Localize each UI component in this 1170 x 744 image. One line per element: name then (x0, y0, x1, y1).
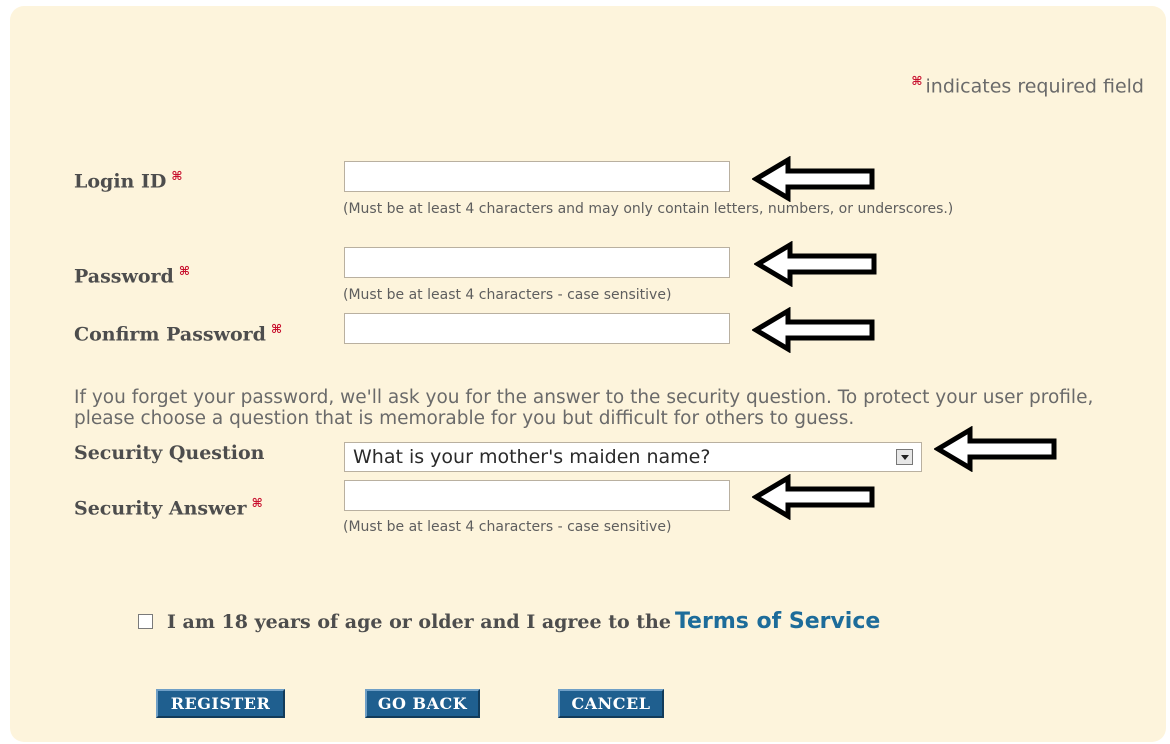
security-question-selected: What is your mother's maiden name? (353, 446, 711, 468)
password-hint: (Must be at least 4 characters - case se… (343, 287, 672, 303)
left-arrow-icon (754, 241, 877, 287)
login-id-label-text: Login ID (74, 170, 167, 193)
confirm-password-label-text: Confirm Password (74, 323, 266, 346)
password-label-text: Password (74, 265, 174, 288)
required-asterisk-icon: ⌘ (270, 322, 283, 336)
cancel-button[interactable]: CANCEL (558, 689, 664, 718)
login-id-label: Login ID ⌘ (74, 169, 185, 192)
required-field-legend: ⌘ indicates required field (911, 74, 1144, 97)
terms-checkbox[interactable] (138, 614, 153, 629)
chevron-down-icon[interactable] (896, 449, 913, 465)
security-answer-label-text: Security Answer (74, 497, 247, 520)
confirm-password-input[interactable] (344, 313, 730, 344)
required-asterisk-icon: ⌘ (251, 496, 263, 510)
confirm-password-label: Confirm Password ⌘ (74, 322, 285, 345)
terms-text: I am 18 years of age or older and I agre… (167, 611, 671, 633)
security-question-label: Security Question (74, 442, 265, 464)
security-answer-input[interactable] (344, 480, 730, 511)
security-info-text: If you forget your password, we'll ask y… (74, 387, 1094, 429)
go-back-button[interactable]: GO BACK (365, 689, 480, 718)
required-asterisk-icon: ⌘ (171, 169, 183, 183)
required-note-text: indicates required field (925, 75, 1144, 98)
password-label: Password ⌘ (74, 264, 193, 287)
security-question-select[interactable]: What is your mother's maiden name? (344, 442, 922, 472)
security-answer-label: Security Answer ⌘ (74, 496, 266, 519)
login-id-hint: (Must be at least 4 characters and may o… (343, 201, 954, 217)
terms-of-service-link[interactable]: Terms of Service (675, 609, 880, 634)
login-id-input[interactable] (344, 161, 730, 192)
terms-agreement: I am 18 years of age or older and I agre… (138, 609, 880, 634)
left-arrow-icon (752, 156, 875, 202)
section-divider (10, 583, 1166, 597)
registration-panel: ⌘ indicates required field Login ID ⌘ (Mus… (10, 6, 1166, 742)
register-button[interactable]: REGISTER (156, 689, 285, 718)
password-input[interactable] (344, 247, 730, 278)
required-asterisk-icon: ⌘ (911, 74, 923, 88)
left-arrow-icon (934, 426, 1057, 472)
required-asterisk-icon: ⌘ (178, 264, 190, 278)
left-arrow-icon (752, 474, 875, 520)
security-answer-hint: (Must be at least 4 characters - case se… (343, 519, 672, 535)
left-arrow-icon (752, 307, 875, 353)
